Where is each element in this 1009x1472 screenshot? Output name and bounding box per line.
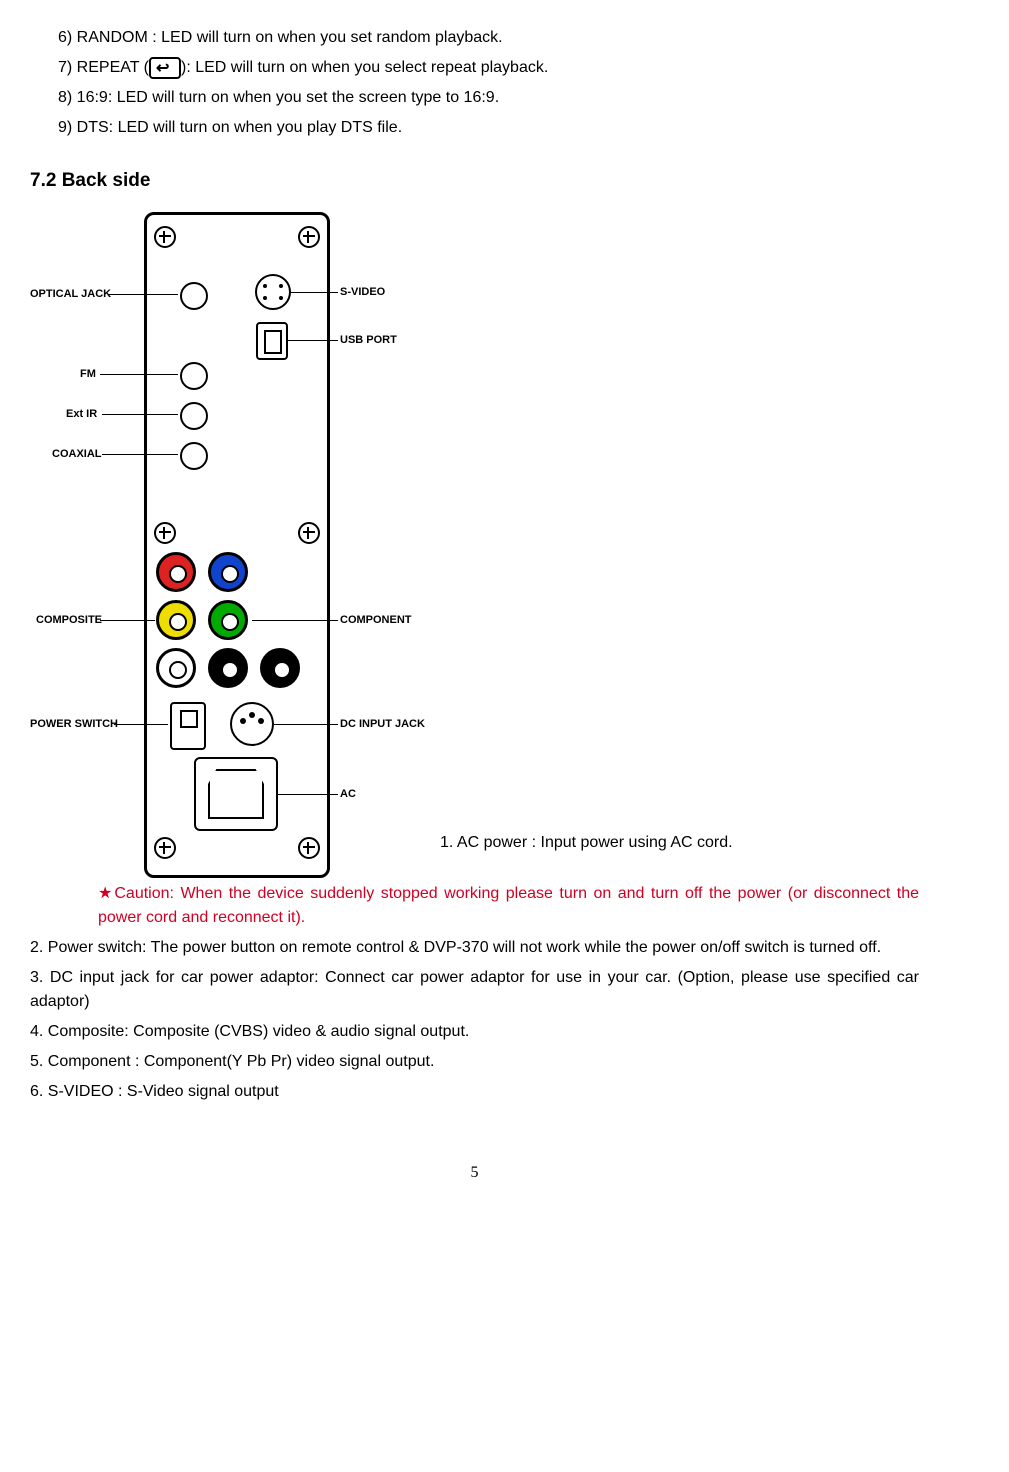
back-side-diagram: OPTICAL JACK FM Ext IR COAXIAL COMPOSITE… (30, 212, 420, 872)
ext-ir-port (180, 402, 208, 430)
ac-socket (194, 757, 278, 831)
item-7-repeat: 7) REPEAT ( ): LED will turn on when you … (58, 56, 919, 80)
label-ac: AC (340, 788, 356, 800)
p6-svideo: 6. S-VIDEO : S-Video signal output (30, 1080, 919, 1104)
page-number: 5 (30, 1164, 919, 1182)
p2-power-switch: 2. Power switch: The power button on rem… (30, 936, 919, 960)
fm-port (180, 362, 208, 390)
rca-blue (208, 552, 248, 592)
screw-icon (298, 522, 320, 544)
rca-yellow (156, 600, 196, 640)
usb-port (256, 322, 288, 360)
screw-icon (298, 837, 320, 859)
rca-black-2 (260, 648, 300, 688)
rca-red (156, 552, 196, 592)
item-7-suffix: ): LED will turn on when you select repe… (181, 59, 548, 76)
s-video-port (255, 274, 291, 310)
item-9-dts: 9) DTS: LED will turn on when you play D… (58, 116, 919, 140)
p3-dc-input: 3. DC input jack for car power adaptor: … (30, 966, 919, 1014)
coaxial-port (180, 442, 208, 470)
label-coaxial: COAXIAL (52, 448, 102, 460)
screw-icon (154, 522, 176, 544)
item-8-16-9: 8) 16:9: LED will turn on when you set t… (58, 86, 919, 110)
screw-icon (298, 226, 320, 248)
screw-icon (154, 837, 176, 859)
label-svideo: S-VIDEO (340, 286, 385, 298)
dc-input-jack (230, 702, 274, 746)
p4-composite: 4. Composite: Composite (CVBS) video & a… (30, 1020, 919, 1044)
optical-jack-port (180, 282, 208, 310)
rca-white (156, 648, 196, 688)
label-usb: USB PORT (340, 334, 397, 346)
item-6-random: 6) RANDOM : LED will turn on when you se… (58, 26, 919, 50)
rca-green (208, 600, 248, 640)
label-extir: Ext IR (66, 408, 97, 420)
section-heading-back-side: 7.2 Back side (30, 170, 919, 192)
rca-black (208, 648, 248, 688)
p1-ac-power: 1. AC power : Input power using AC cord. (440, 834, 733, 872)
caution-text: ★Caution: When the device suddenly stopp… (98, 882, 919, 930)
label-fm: FM (80, 368, 96, 380)
p5-component: 5. Component : Component(Y Pb Pr) video … (30, 1050, 919, 1074)
label-component: COMPONENT (340, 614, 412, 626)
repeat-icon (149, 57, 181, 79)
label-dcjack: DC INPUT JACK (340, 718, 425, 730)
rca-group (156, 552, 311, 692)
item-7-prefix: 7) REPEAT ( (58, 59, 149, 76)
power-switch (170, 702, 206, 750)
label-optical: OPTICAL JACK (30, 288, 111, 300)
label-powerswitch: POWER SWITCH (30, 718, 118, 730)
label-composite: COMPOSITE (36, 614, 102, 626)
screw-icon (154, 226, 176, 248)
